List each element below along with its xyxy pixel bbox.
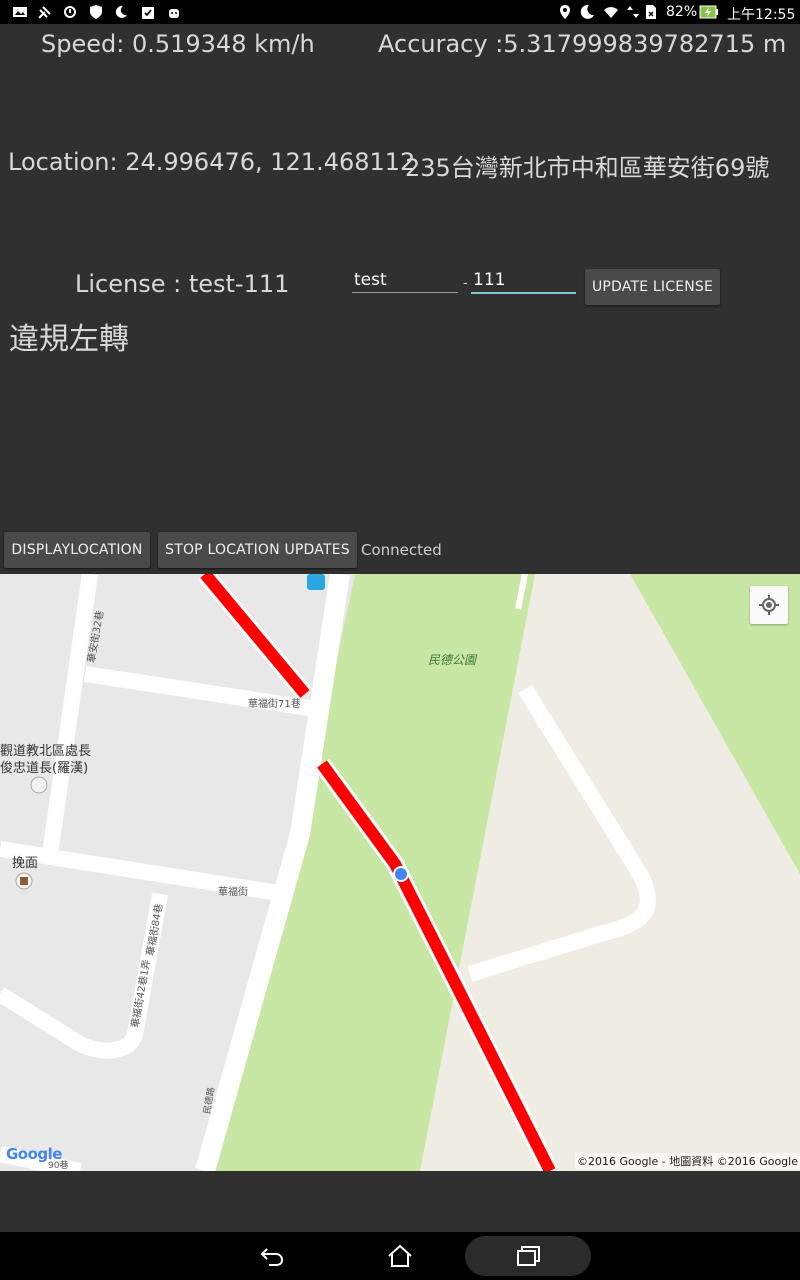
clipboard-check-icon xyxy=(142,7,154,19)
google-logo: Google xyxy=(6,1145,62,1163)
my-location-button[interactable] xyxy=(750,586,788,624)
license-text: License : test-111 xyxy=(75,270,290,298)
recents-icon xyxy=(517,1246,540,1266)
crosshair-icon xyxy=(759,595,779,615)
temple-label-2: 俊忠道長(羅漢) xyxy=(0,761,89,776)
speed-text: Speed: 0.519348 km/h xyxy=(41,30,315,58)
update-license-button[interactable]: UPDATE LICENSE xyxy=(585,269,720,305)
violation-text: 違規左轉 xyxy=(9,322,129,357)
navigation-bar xyxy=(0,1232,800,1280)
photo-icon xyxy=(13,7,27,17)
status-bar: 82% 上午12:55 xyxy=(0,0,800,24)
location-pin-icon xyxy=(560,5,570,19)
location-text: Location: 24.996476, 121.468112 xyxy=(8,148,416,176)
clock: 上午12:55 xyxy=(727,7,796,23)
home-button[interactable] xyxy=(378,1236,422,1276)
connection-status: Connected xyxy=(361,541,442,559)
stop-location-updates-button[interactable]: STOP LOCATION UPDATES xyxy=(158,532,357,568)
lane-71-label: 華福街71巷 xyxy=(248,699,301,710)
map-copyright: ©2016 Google - 地圖資料 ©2016 Google xyxy=(574,1153,800,1169)
home-icon xyxy=(388,1244,412,1267)
back-icon xyxy=(260,1248,284,1266)
bottom-panel xyxy=(0,1171,800,1232)
license-prefix-input[interactable] xyxy=(352,268,458,293)
wifi-icon xyxy=(604,7,618,18)
moon-icon-2 xyxy=(580,4,594,19)
shop-label: 挽面 xyxy=(12,856,39,871)
shield-icon xyxy=(90,5,102,19)
park-label: 民德公園 xyxy=(428,653,477,667)
map-view[interactable]: 民德公園 華福街71巷 華安街32巷 觀道教北區處長 俊忠道長(羅漢) 挽面 華… xyxy=(0,574,800,1171)
no-sim-icon xyxy=(646,5,656,19)
satellite-icon xyxy=(38,6,51,19)
bus-stop-icon xyxy=(307,574,325,590)
recents-button[interactable] xyxy=(465,1236,591,1276)
android-icon xyxy=(169,9,179,18)
license-number-input[interactable] xyxy=(471,268,576,294)
moon-icon xyxy=(115,5,127,18)
temple-icon xyxy=(30,776,48,794)
data-arrows-icon xyxy=(627,6,639,18)
sync-icon xyxy=(64,6,76,18)
back-button[interactable] xyxy=(250,1236,294,1276)
map-canvas xyxy=(0,574,800,1171)
accuracy-text: Accuracy :5.317999839782715 m xyxy=(378,30,787,58)
address-text: 235台灣新北市中和區華安街69號 xyxy=(405,154,770,182)
battery-charging-icon xyxy=(699,5,718,19)
license-separator: - xyxy=(463,276,468,291)
my-location-dot xyxy=(393,866,409,882)
display-location-button[interactable]: DISPLAYLOCATION xyxy=(4,532,150,568)
huafu-street-label: 華福街 xyxy=(218,887,248,898)
battery-percent: 82% xyxy=(666,4,698,20)
